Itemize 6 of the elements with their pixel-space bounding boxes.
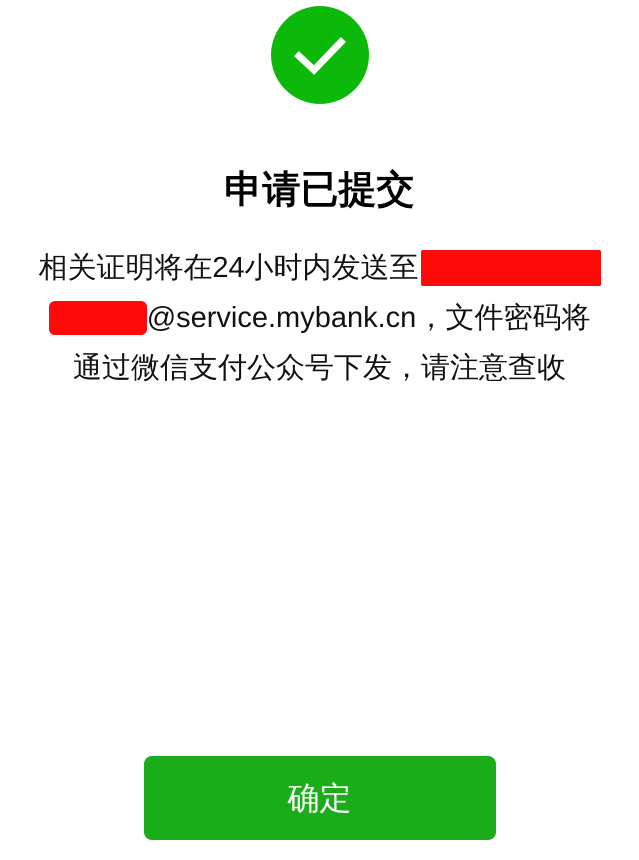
message-text: 相关证明将在24小时内发送至 <box>38 251 419 286</box>
message-text: @service.mybank.cn，文件密码将 <box>146 301 590 336</box>
success-check-icon <box>270 6 368 104</box>
confirm-button[interactable]: 确定 <box>144 756 496 840</box>
message-text: 通过微信支付公众号下发，请注意查收 <box>72 351 566 386</box>
page-title: 申请已提交 <box>224 168 414 213</box>
